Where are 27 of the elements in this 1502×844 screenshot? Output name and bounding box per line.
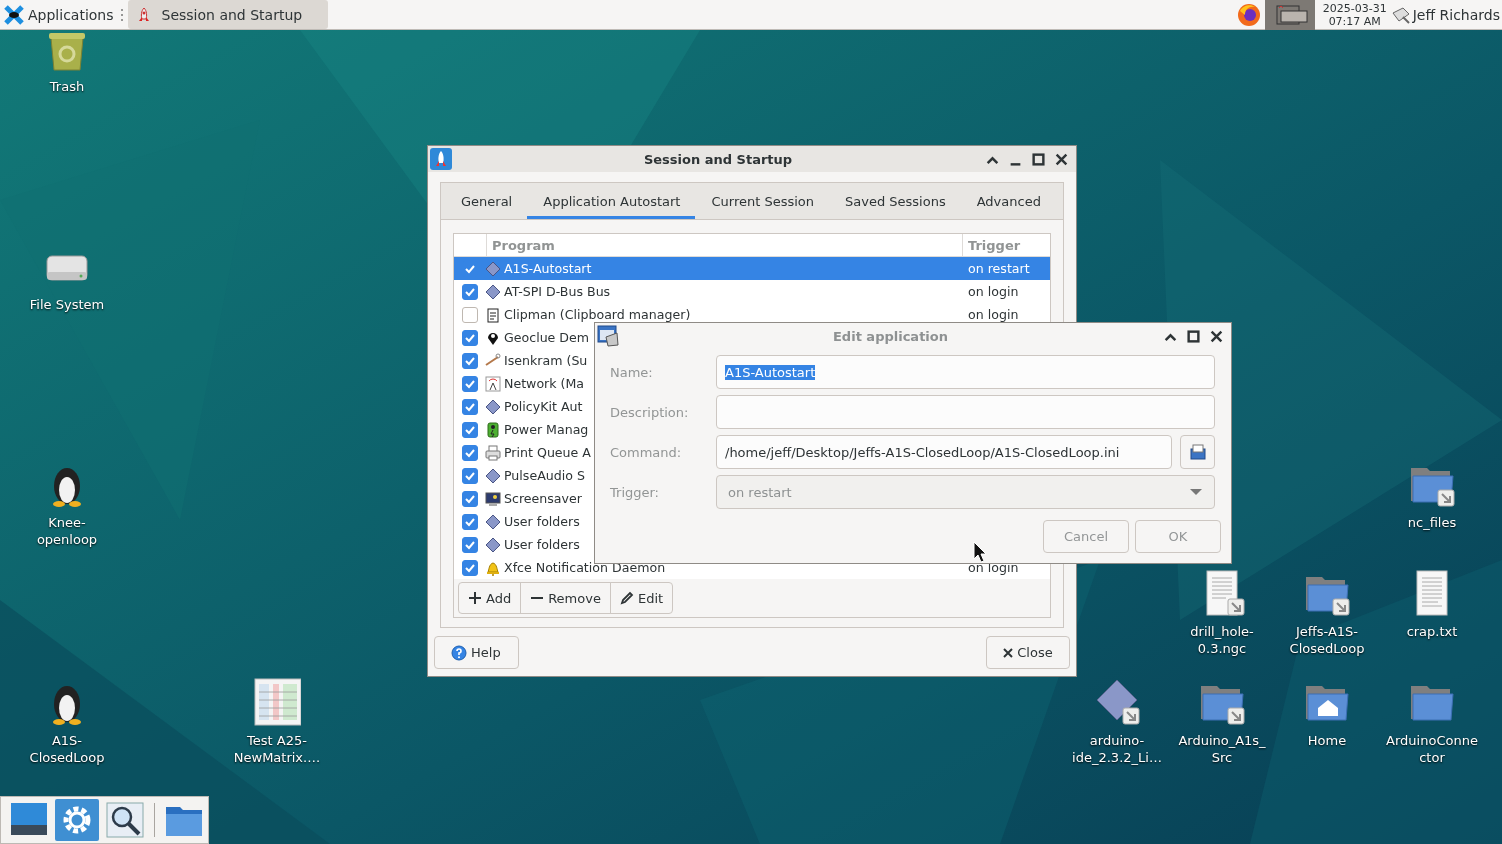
trigger-cell-text: on restart	[968, 261, 1031, 276]
program-name: User folders	[504, 514, 580, 529]
program-name: Xfce Notification Daemon	[504, 560, 666, 575]
program-name: PulseAudio S	[504, 468, 585, 483]
clock-date: 2025-03-31	[1322, 1, 1387, 15]
field-label: Trigger:	[610, 484, 660, 500]
program-name: Isenkram (Su	[504, 353, 588, 368]
program-name: Clipman (Clipboard manager)	[504, 307, 691, 322]
program-name: Screensaver	[504, 491, 582, 506]
program-name: AT-SPI D-Bus Bus	[504, 284, 611, 299]
program-name: PolicyKit Aut	[504, 399, 583, 414]
field-label: Description:	[610, 404, 690, 420]
dropdown-value: on restart	[728, 484, 792, 500]
program-name: User folders	[504, 537, 580, 552]
window-title: Session and Startup	[643, 151, 793, 167]
program-name: Geoclue Dem	[504, 330, 590, 345]
trigger-cell-text: on login	[968, 284, 1020, 299]
field-label: Name:	[610, 364, 654, 380]
trigger-cell-text: on login	[968, 560, 1020, 575]
program-name: Network (Ma	[504, 376, 585, 391]
field-label: Command:	[610, 444, 683, 460]
program-name: A1S-Autostart	[504, 261, 592, 276]
trigger-cell-text: on login	[968, 307, 1020, 322]
program-name: Print Queue A	[504, 445, 591, 460]
dialog-title: Edit application	[833, 328, 948, 344]
clock-time: 07:17 AM	[1328, 14, 1381, 28]
program-name: Power Manag	[504, 422, 589, 437]
